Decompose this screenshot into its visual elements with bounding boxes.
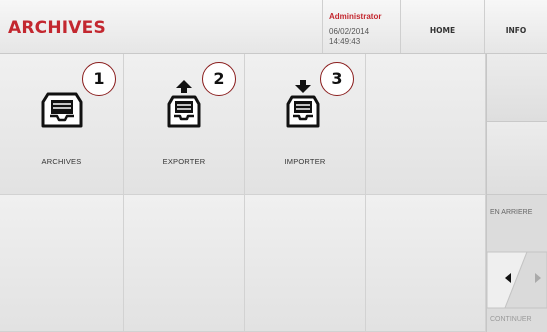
empty-tile	[245, 195, 366, 332]
back-label: EN ARRIERE	[490, 209, 533, 216]
home-button-label: HOME	[429, 26, 456, 35]
step-badge-1: 1	[82, 62, 116, 96]
top-bar: ARCHIVES Administrator 06/02/2014 14:49:…	[0, 0, 547, 54]
current-time: 14:49:43	[329, 37, 361, 46]
side-panel: EN ARRIERE CONTINUER	[486, 54, 547, 332]
user-info: Administrator 06/02/2014 14:49:43	[322, 0, 400, 53]
archives-label: ARCHIVES	[41, 157, 82, 166]
continue-label: CONTINUER	[490, 316, 532, 323]
exporter-tile[interactable]: 2 EXPORTER	[124, 54, 245, 195]
importer-tile[interactable]: 3 IMPORTER	[245, 54, 366, 195]
empty-tile	[366, 54, 486, 195]
info-button[interactable]: INFO	[484, 0, 547, 53]
home-button[interactable]: HOME	[400, 0, 484, 53]
side-panel-slot	[487, 54, 547, 122]
empty-tile	[124, 195, 245, 332]
exporter-label: EXPORTER	[162, 157, 206, 166]
step-badge-2: 2	[202, 62, 236, 96]
importer-label: IMPORTER	[284, 157, 326, 166]
side-panel-slot	[487, 122, 547, 195]
import-tray-icon	[286, 80, 320, 128]
archives-tile[interactable]: 1 ARCHIVES	[0, 54, 124, 195]
empty-tile	[0, 195, 124, 332]
export-tray-icon	[167, 80, 201, 128]
current-date: 06/02/2014	[329, 27, 370, 36]
user-name: Administrator	[329, 12, 382, 21]
empty-tile	[366, 195, 486, 332]
nav-arrows	[487, 251, 547, 309]
page-title: ARCHIVES	[8, 18, 106, 38]
info-button-label: INFO	[505, 26, 527, 35]
archive-tray-icon	[41, 92, 83, 128]
step-badge-3: 3	[320, 62, 354, 96]
